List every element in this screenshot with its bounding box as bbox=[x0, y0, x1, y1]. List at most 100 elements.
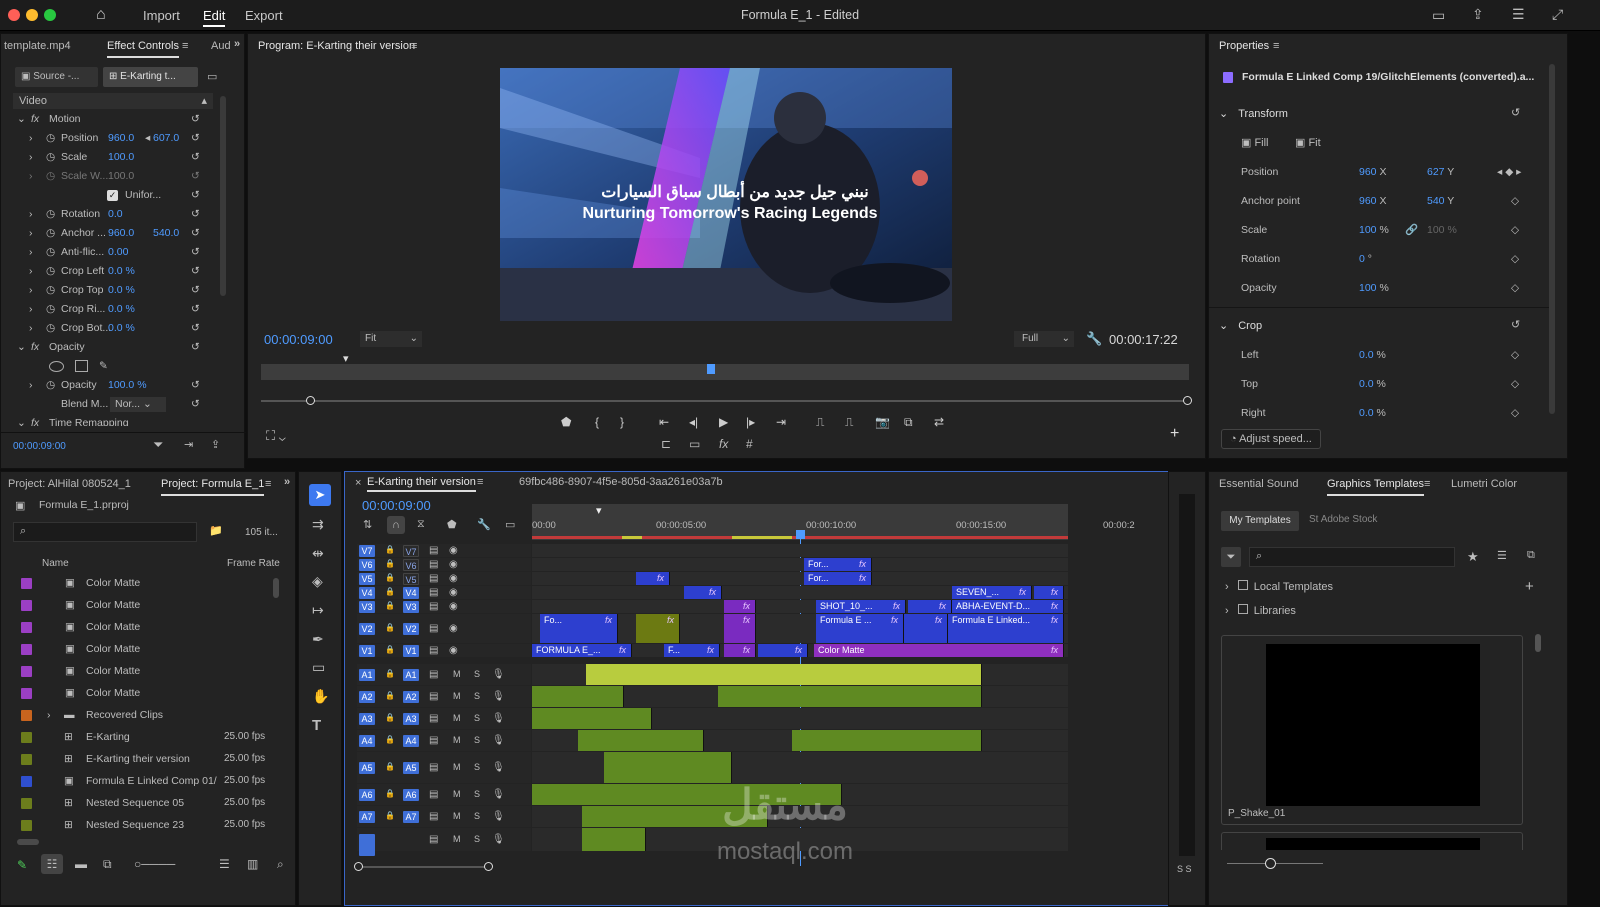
snap-icon[interactable]: ∩ bbox=[387, 516, 405, 534]
list-item[interactable]: ▣ Formula E Linked Comp 01/25.00 fps bbox=[7, 770, 277, 792]
stopwatch-icon[interactable]: ◷ bbox=[46, 243, 55, 262]
find-icon[interactable]: ⌕ bbox=[277, 857, 284, 872]
track-select-tool-icon[interactable]: ⇉ bbox=[312, 516, 324, 533]
captions-icon[interactable]: ▭ bbox=[505, 518, 515, 531]
audio-clip[interactable] bbox=[604, 752, 732, 783]
microphone-icon[interactable]: 🎙 bbox=[492, 735, 505, 746]
menu-import[interactable]: Import bbox=[143, 8, 180, 23]
solo-button[interactable]: S bbox=[474, 691, 480, 701]
reset-icon[interactable]: ↺ bbox=[191, 338, 200, 357]
selection-tool-icon[interactable]: ➤ bbox=[309, 484, 331, 506]
mute-button[interactable]: M bbox=[453, 762, 461, 772]
timeline-clip[interactable]: For... fx bbox=[804, 558, 872, 571]
mute-button[interactable]: M bbox=[453, 669, 461, 679]
lock-icon[interactable]: 🔒 bbox=[385, 811, 395, 820]
track-header[interactable]: A2 A2 🔒 ▤ M S 🎙 bbox=[357, 686, 531, 707]
source-patch[interactable]: A6 bbox=[359, 789, 375, 801]
sync-lock-icon[interactable]: ▤ bbox=[429, 545, 438, 556]
source-patch[interactable] bbox=[359, 834, 375, 856]
ec-row-uniform[interactable]: ✓ Unifor... ↺ bbox=[13, 186, 233, 205]
source-patch[interactable]: A4 bbox=[359, 735, 375, 747]
eye-icon[interactable]: ◉ bbox=[449, 573, 458, 584]
more-tabs-icon[interactable]: » bbox=[284, 476, 290, 488]
audio-clip[interactable] bbox=[718, 686, 982, 707]
my-templates-tab[interactable]: My Templates bbox=[1221, 511, 1299, 531]
list-item[interactable]: ▣ Color Matte bbox=[7, 616, 277, 638]
track-target[interactable]: A4 bbox=[403, 735, 419, 747]
panel-menu-icon[interactable]: ≡ bbox=[1424, 478, 1430, 490]
scale-value[interactable]: 100 % bbox=[1359, 224, 1389, 236]
timeline-clip[interactable]: fx bbox=[758, 644, 808, 657]
col-name[interactable]: Name bbox=[42, 558, 69, 569]
project-search-input[interactable]: ⌕ bbox=[13, 522, 197, 542]
source-patch[interactable]: V3 bbox=[359, 601, 375, 613]
sync-lock-icon[interactable]: ▤ bbox=[429, 623, 438, 634]
project-scrollbar[interactable] bbox=[273, 578, 279, 598]
workspaces-icon[interactable]: ☰ bbox=[1512, 6, 1525, 23]
stopwatch-icon[interactable]: ◷ bbox=[46, 281, 55, 300]
sync-lock-icon[interactable]: ▤ bbox=[429, 645, 438, 656]
track-header[interactable]: V6 V6 🔒 ▤ ◉ bbox=[357, 558, 531, 571]
track-lane[interactable]: For... fx bbox=[532, 558, 1068, 571]
tab-lumetri-color[interactable]: Lumetri Color bbox=[1451, 472, 1517, 496]
libraries-row[interactable]: › Libraries bbox=[1225, 604, 1296, 617]
ec-row-blend[interactable]: Blend M... Nor... ⌄ ↺ bbox=[13, 395, 233, 414]
slip-tool-icon[interactable]: ↦ bbox=[312, 602, 324, 619]
lock-icon[interactable]: 🔒 bbox=[385, 623, 395, 632]
pen-mask-icon[interactable]: ✎ bbox=[99, 357, 108, 376]
blend-mode-select[interactable]: Nor... ⌄ bbox=[110, 397, 166, 412]
source-patch[interactable]: V2 bbox=[359, 623, 375, 635]
fill-button[interactable]: ▣ Fill bbox=[1241, 136, 1269, 149]
keyframe-icon[interactable]: ◇ bbox=[1511, 253, 1519, 265]
crop-left-value[interactable]: 0.0 % bbox=[1359, 349, 1386, 361]
track-header[interactable]: V2 V2 🔒 ▤ ◉ bbox=[357, 614, 531, 643]
step-back-icon[interactable]: ◂| bbox=[689, 415, 698, 429]
microphone-icon[interactable]: 🎙 bbox=[492, 691, 505, 702]
track-target[interactable]: V1 bbox=[403, 645, 419, 657]
reset-icon[interactable]: ↺ bbox=[1511, 318, 1520, 331]
close-tab-icon[interactable]: × bbox=[355, 477, 361, 489]
play-icon[interactable]: ▶ bbox=[719, 415, 728, 429]
reset-icon[interactable]: ↺ bbox=[191, 319, 200, 338]
sync-lock-icon[interactable]: ▤ bbox=[429, 789, 438, 800]
timeline-clip[interactable]: For... fx bbox=[804, 572, 872, 585]
tab-template[interactable]: template.mp4 bbox=[4, 34, 71, 58]
templates-scrollbar[interactable] bbox=[1535, 634, 1541, 652]
track-target[interactable]: A7 bbox=[403, 811, 419, 823]
source-patch[interactable]: V5 bbox=[359, 573, 375, 585]
sync-lock-icon[interactable]: ▤ bbox=[429, 811, 438, 822]
source-patch[interactable]: A2 bbox=[359, 691, 375, 703]
list-item[interactable]: ▣ Color Matte bbox=[7, 638, 277, 660]
lock-icon[interactable]: 🔒 bbox=[385, 545, 395, 554]
automate-icon[interactable]: ▥ bbox=[247, 857, 258, 871]
reset-icon[interactable]: ↺ bbox=[191, 129, 200, 148]
nest-toggle-icon[interactable]: ⇅ bbox=[363, 518, 372, 531]
track-target[interactable]: V5 bbox=[403, 573, 419, 585]
linked-selection-icon[interactable]: ⧖ bbox=[417, 518, 425, 531]
audio-clip[interactable] bbox=[532, 708, 652, 729]
minimize-window-button[interactable] bbox=[26, 9, 38, 21]
expand-chevron-icon[interactable]: › bbox=[47, 704, 51, 726]
stopwatch-icon[interactable]: ◷ bbox=[46, 148, 55, 167]
track-lane[interactable] bbox=[532, 752, 1068, 783]
lock-icon[interactable]: 🔒 bbox=[385, 587, 395, 596]
track-header[interactable]: A3 A3 🔒 ▤ M S 🎙 bbox=[357, 708, 531, 729]
comparison-view-icon[interactable]: ⧉ bbox=[904, 415, 913, 430]
type-tool-icon[interactable]: T bbox=[312, 717, 321, 734]
sync-lock-icon[interactable]: ▤ bbox=[429, 587, 438, 598]
list-item[interactable]: ▣ Color Matte bbox=[7, 594, 277, 616]
keyframe-icon[interactable]: ◇ bbox=[1511, 195, 1519, 207]
microphone-icon[interactable]: 🎙 bbox=[492, 713, 505, 724]
lock-icon[interactable]: 🔒 bbox=[385, 601, 395, 610]
panel-menu-icon[interactable]: ≡ bbox=[265, 478, 271, 490]
new-bin-from-search-icon[interactable]: 📁 bbox=[209, 524, 223, 537]
program-title[interactable]: Program: E-Karting their version bbox=[258, 34, 415, 58]
track-header[interactable]: A1 A1 🔒 ▤ M S 🎙 bbox=[357, 664, 531, 685]
sync-lock-icon[interactable]: ▤ bbox=[429, 559, 438, 570]
keyframe-icon[interactable]: ◇ bbox=[1511, 407, 1519, 419]
timeline-clip[interactable]: fx bbox=[1034, 586, 1064, 599]
sync-lock-icon[interactable]: ▤ bbox=[429, 573, 438, 584]
mark-out-icon[interactable]: } bbox=[620, 415, 624, 429]
stopwatch-icon[interactable]: ◷ bbox=[46, 167, 55, 186]
lock-icon[interactable]: 🔒 bbox=[385, 762, 395, 771]
